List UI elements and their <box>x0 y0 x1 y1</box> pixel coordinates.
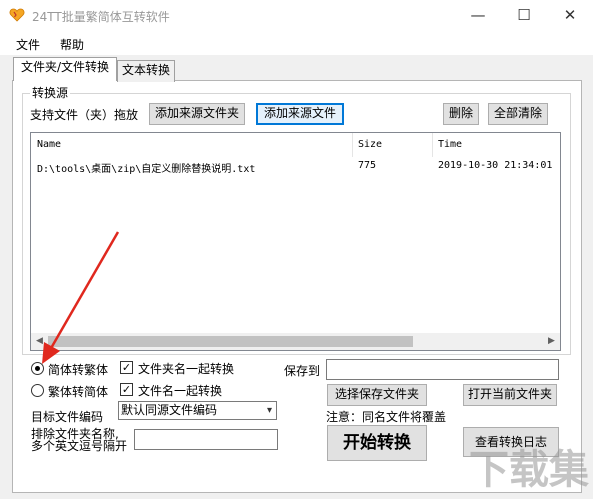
scroll-left-icon[interactable]: ◀ <box>31 333 48 350</box>
title-bar: 24TT批量繁简体互转软件 — ☐ ✕ <box>0 0 593 31</box>
tab-text-convert[interactable]: 文本转换 <box>117 60 175 82</box>
window-title: 24TT批量繁简体互转软件 <box>32 10 170 24</box>
chevron-down-icon: ▾ <box>266 405 272 416</box>
convert-folder-name-label[interactable]: 文件夹名一起转换 <box>138 360 234 377</box>
minimize-button[interactable]: — <box>455 0 501 31</box>
source-group-title: 转换源 <box>30 84 71 101</box>
menu-file[interactable]: 文件 <box>16 36 40 53</box>
select-save-folder-button[interactable]: 选择保存文件夹 <box>327 384 427 406</box>
menu-bar: 文件 帮助 <box>0 31 593 55</box>
scroll-right-icon[interactable]: ▶ <box>543 333 560 350</box>
clear-all-button[interactable]: 全部清除 <box>488 103 548 125</box>
app-heart-icon <box>9 8 25 22</box>
open-current-folder-button[interactable]: 打开当前文件夹 <box>463 384 557 406</box>
checkbox-convert-file-name[interactable]: ✓ <box>120 383 133 396</box>
encoding-value: 默认同源文件编码 <box>121 403 218 417</box>
maximize-button[interactable]: ☐ <box>501 0 547 31</box>
radio-traditional-to-simplified[interactable] <box>31 384 44 397</box>
tab-folder-file-convert[interactable]: 文件夹/文件转换 <box>13 57 117 81</box>
add-source-folder-button[interactable]: 添加来源文件夹 <box>149 103 245 125</box>
close-button[interactable]: ✕ <box>547 0 593 31</box>
scrollbar-thumb[interactable] <box>48 336 413 347</box>
horizontal-scrollbar[interactable]: ◀ ▶ <box>31 333 560 350</box>
column-name[interactable]: Name <box>31 133 61 157</box>
save-path-input[interactable] <box>326 359 559 380</box>
exclude-folders-input[interactable] <box>134 429 278 450</box>
watermark: 下载集 <box>469 447 589 493</box>
row-time-cell: 2019-10-30 21:34:01 <box>438 160 553 171</box>
add-source-file-button[interactable]: 添加来源文件 <box>256 103 344 125</box>
encoding-label: 目标文件编码 <box>31 410 104 424</box>
exclude-label-line2: 多个英文逗号隔开 <box>31 439 128 453</box>
radio-selected-dot <box>35 366 40 371</box>
column-size[interactable]: Size <box>352 133 382 157</box>
overwrite-note: 注意：同名文件将覆盖 <box>326 410 447 424</box>
row-name-cell: D:\tools\桌面\zip\自定义删除替换说明.txt <box>37 164 256 175</box>
radio-simplified-to-traditional[interactable] <box>31 362 44 375</box>
file-list-header: Name Size Time <box>31 133 560 157</box>
row-size-cell: 775 <box>358 160 377 171</box>
drag-drop-label: 支持文件（夹）拖放 <box>30 108 139 122</box>
menu-help[interactable]: 帮助 <box>60 36 84 53</box>
file-list[interactable]: Name Size Time D:\tools\桌面\zip\自定义删除替换说明… <box>30 132 561 351</box>
delete-button[interactable]: 删除 <box>443 103 479 125</box>
column-time[interactable]: Time <box>432 133 462 157</box>
radio-t2s-label[interactable]: 繁体转简体 <box>48 383 108 400</box>
convert-file-name-label[interactable]: 文件名一起转换 <box>138 382 222 399</box>
save-to-label: 保存到 <box>284 364 321 378</box>
radio-s2t-label[interactable]: 简体转繁体 <box>48 361 108 378</box>
start-convert-button[interactable]: 开始转换 <box>327 425 427 461</box>
checkbox-convert-folder-name[interactable]: ✓ <box>120 361 133 374</box>
encoding-select[interactable]: 默认同源文件编码 ▾ <box>118 401 277 420</box>
